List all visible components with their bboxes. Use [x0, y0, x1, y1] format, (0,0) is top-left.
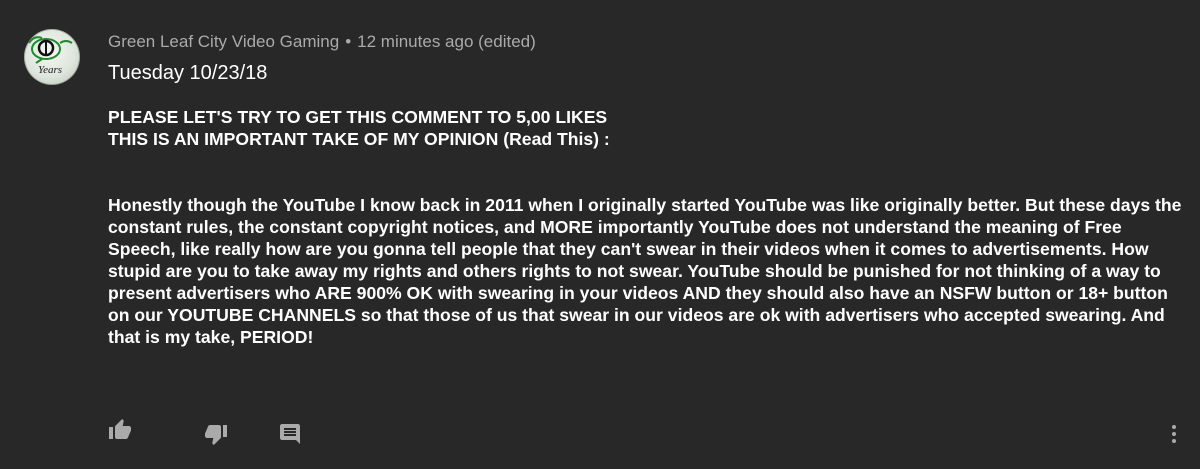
comment-body: Tuesday 10/23/18 PLEASE LET'S TRY TO GET… [108, 60, 1183, 348]
comment-actions [108, 418, 1188, 448]
reply-button[interactable] [278, 422, 302, 451]
like-button[interactable] [108, 418, 132, 447]
timestamp[interactable]: 12 minutes ago (edited) [357, 32, 536, 51]
comment-headline-2: THIS IS AN IMPORTANT TAKE OF MY OPINION … [108, 129, 610, 149]
meta-separator: • [345, 32, 352, 51]
thumb-up-icon [109, 419, 131, 439]
more-vert-icon [1172, 425, 1176, 443]
svg-text:Years: Years [38, 64, 62, 76]
avatar[interactable]: Years [24, 29, 80, 85]
thumb-down-icon [205, 425, 227, 445]
dislike-button[interactable] [204, 422, 228, 451]
comment-headline-1: PLEASE LET'S TRY TO GET THIS COMMENT TO … [108, 107, 608, 127]
comment-meta: Green Leaf City Video Gaming • 12 minutes … [108, 32, 536, 52]
comment-date-line: Tuesday 10/23/18 [108, 62, 268, 84]
more-options-button[interactable] [1164, 422, 1184, 451]
green-leaf-logo-icon: Years [28, 36, 73, 76]
comment-paragraph: Honestly though the YouTube I know back … [108, 195, 1182, 347]
comment-thread: Years Green Leaf City Video Gaming • 12 mi… [0, 0, 1200, 469]
author-name[interactable]: Green Leaf City Video Gaming [108, 32, 339, 51]
comment-icon [280, 424, 300, 444]
